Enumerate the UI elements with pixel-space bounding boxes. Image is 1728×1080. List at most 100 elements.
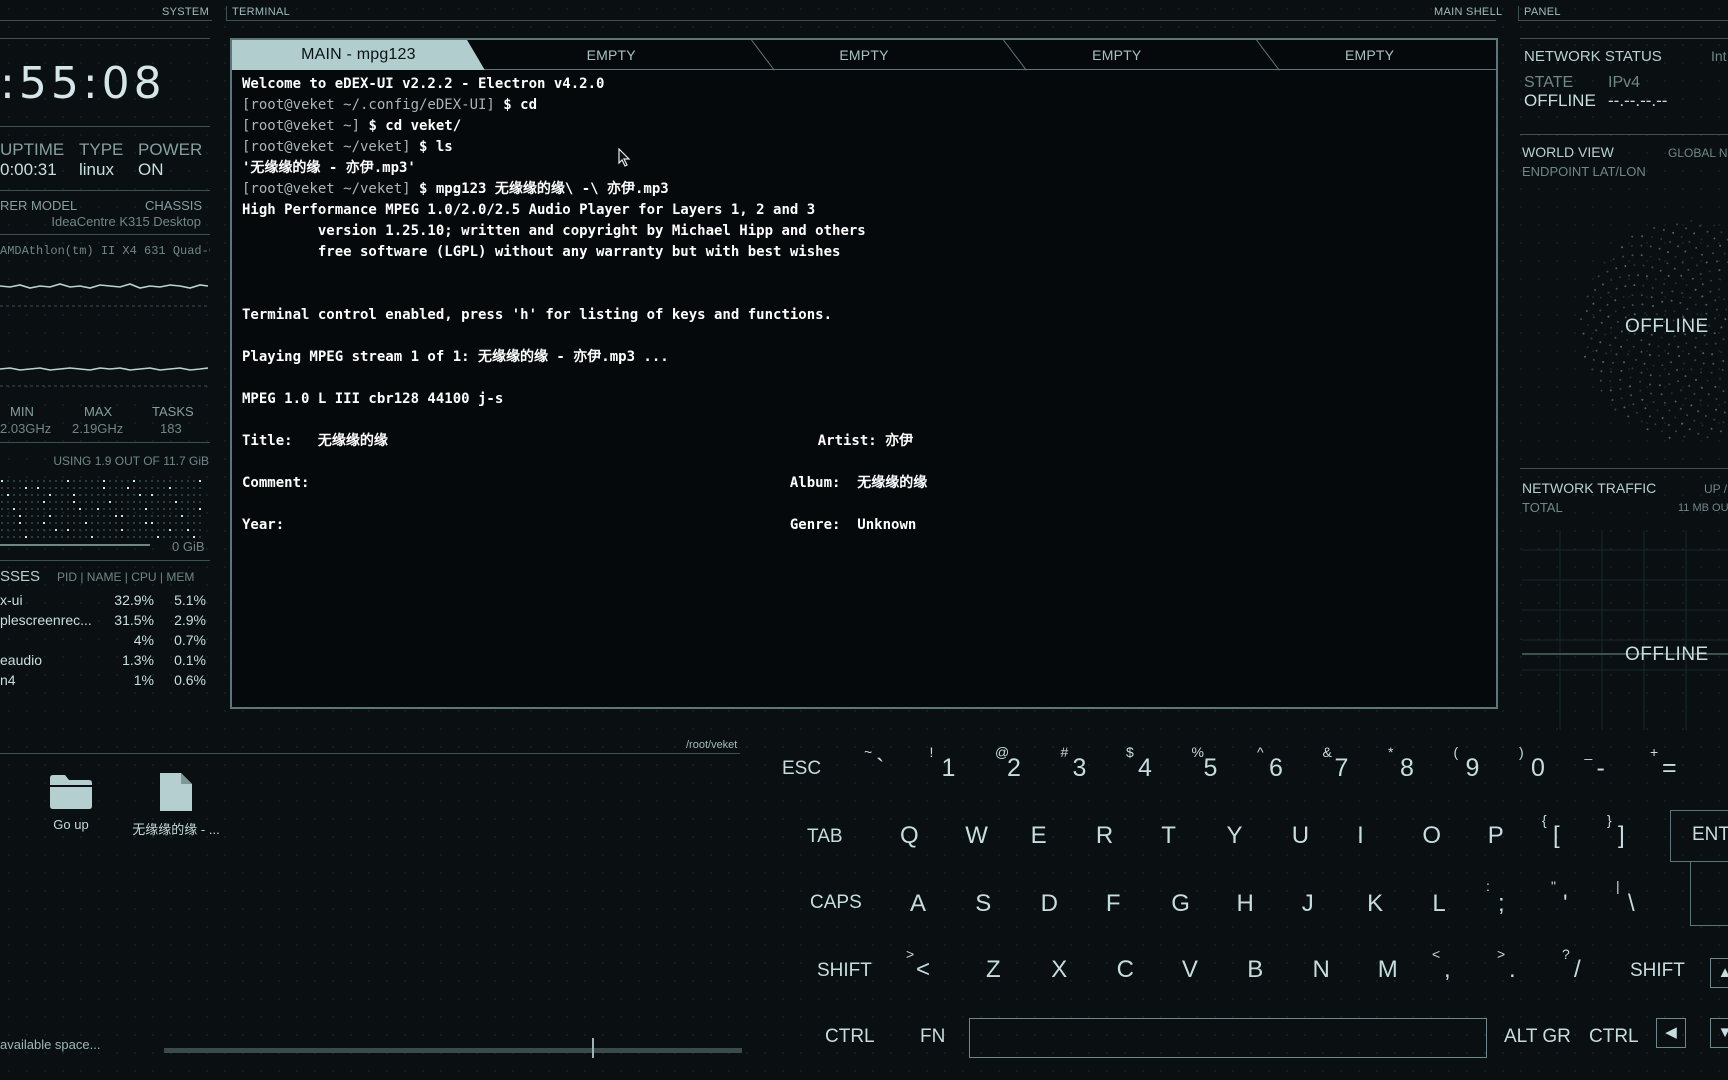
terminal-line: version 1.25.10; written and copyright b… [242,221,1486,242]
tab-empty-1[interactable]: EMPTY [485,39,775,71]
on-screen-keyboard: ESC TAB CAPS SHIFT SHIFT CTRL FN ALT GR CTRL ENT ◀… [760,740,1728,1080]
tab-empty-2[interactable]: EMPTY [738,39,1028,71]
key-letter[interactable]: I [1357,822,1364,850]
key-shift-symbol: : [1486,878,1490,894]
key-shift-right[interactable]: SHIFT [1630,960,1685,982]
key-letter[interactable]: C [1117,956,1134,984]
key-shift-symbol: } [1607,812,1612,828]
key-10[interactable]: 0 [1531,754,1545,783]
key-letter[interactable]: V [1182,956,1198,984]
divider [0,234,210,235]
key-bracket[interactable]: [ [1553,822,1560,850]
tab-label: EMPTY [1092,47,1142,63]
process-row: eaudio 1.3% 0.1% [0,652,206,672]
key-shift-symbol: ( [1453,744,1459,760]
key-8[interactable]: 8 [1400,754,1414,783]
key-ctrl-left[interactable]: CTRL [825,1026,875,1048]
terminal-prompt: [root@veket ~] [242,118,361,134]
key-punct[interactable]: . [1509,956,1516,984]
ram-usage: USING 1.9 OUT OF 11.7 GiB [53,454,209,468]
traffic-total-value: 11 MB OU [1678,502,1728,514]
key-5[interactable]: 5 [1204,754,1218,783]
key-punct[interactable]: ; [1498,890,1505,918]
key-3[interactable]: 3 [1073,754,1087,783]
key-9[interactable]: 9 [1466,754,1480,783]
key-letter[interactable]: N [1313,956,1330,984]
key-letter[interactable]: S [975,890,991,918]
key-4[interactable]: 4 [1138,754,1152,783]
key-altgr[interactable]: ALT GR [1504,1026,1571,1048]
terminal-window[interactable]: MAIN - mpg123 EMPTY EMPTY EMPTY EMPTY We… [230,38,1498,709]
terminal-line: Welcome to eDEX-UI v2.2.2 - Electron v4.… [242,74,1486,95]
tab-empty-4[interactable]: EMPTY [1243,40,1496,70]
key-letter[interactable]: G [1171,890,1190,918]
key-letter[interactable]: J [1302,890,1314,918]
key-6[interactable]: 6 [1269,754,1283,783]
tab-empty-3[interactable]: EMPTY [990,39,1280,71]
key-0[interactable]: ` [876,754,884,783]
key-less-than[interactable]: < [916,956,930,984]
file-item-go-up[interactable]: Go up [40,772,102,832]
cpu-name: AMDAthlon(tm) II X4 631 Quad-C [0,244,210,258]
key-shift-symbol: _ [1584,744,1593,760]
file-item-mp3[interactable]: 无缘缘的缘 - ... [126,770,226,838]
key-letter[interactable]: R [1096,822,1113,850]
key-letter[interactable]: X [1051,956,1067,984]
ipv4-value: --.--.--.-- [1608,91,1668,110]
key-letter[interactable]: A [910,890,926,918]
key-punct[interactable]: / [1574,956,1581,984]
arrow-up-icon[interactable]: ▲ [1710,958,1728,988]
key-letter[interactable]: Q [900,822,919,850]
key-letter[interactable]: T [1161,822,1176,850]
key-ctrl-right[interactable]: CTRL [1589,1026,1639,1048]
uptime-label: UPTIME [0,140,65,159]
key-letter[interactable]: P [1488,822,1504,850]
key-letter[interactable]: U [1292,822,1309,850]
arrow-down-icon[interactable]: ▼ [1710,1018,1728,1048]
enter-key-outline [1670,810,1728,862]
process-mem: 2.9% [174,612,206,628]
key-letter[interactable]: Y [1227,822,1243,850]
key-letter[interactable]: E [1031,822,1047,850]
process-mem: 0.7% [174,632,206,648]
key-shift-left[interactable]: SHIFT [817,960,872,982]
process-name: eaudio [0,652,43,668]
key-shift-symbol: * [1388,744,1394,760]
key-shift-symbol: { [1542,812,1547,828]
key-1[interactable]: 1 [942,754,956,783]
key-punct[interactable]: \ [1628,890,1635,918]
key-bracket[interactable]: ] [1618,822,1625,850]
key-12[interactable]: = [1662,754,1677,783]
tab-label: EMPTY [839,47,889,63]
type-label: TYPE [79,140,124,159]
network-panel: NETWORK STATUS Int STATE IPv4 OFFLINE --… [1518,30,1728,730]
world-view-title: WORLD VIEW [1522,144,1614,160]
key-letter[interactable]: L [1432,890,1445,918]
key-letter[interactable]: H [1237,890,1254,918]
terminal-line: MPEG 1.0 L III cbr128 44100 j-s [242,389,1486,410]
key-esc[interactable]: ESC [782,758,821,780]
process-row: plescreenrec... 31.5% 2.9% [0,612,206,632]
key-11[interactable]: - [1597,754,1605,783]
key-letter[interactable]: Z [986,956,1001,984]
key-punct[interactable]: ' [1563,890,1568,918]
cpu-max-label: MAX [84,404,113,419]
spacebar[interactable] [969,1018,1487,1058]
key-tab[interactable]: TAB [807,826,843,848]
key-punct[interactable]: , [1444,956,1451,984]
key-letter[interactable]: D [1041,890,1058,918]
key-letter[interactable]: B [1247,956,1263,984]
tab-main[interactable]: MAIN - mpg123 [232,40,485,70]
key-2[interactable]: 2 [1007,754,1021,783]
key-letter[interactable]: O [1422,822,1441,850]
key-letter[interactable]: W [965,822,988,850]
arrow-left-icon[interactable]: ◀ [1656,1018,1686,1048]
key-7[interactable]: 7 [1335,754,1349,783]
key-caps[interactable]: CAPS [810,892,862,914]
key-fn[interactable]: FN [920,1026,945,1048]
key-letter[interactable]: M [1378,956,1398,984]
key-letter[interactable]: K [1367,890,1383,918]
key-letter[interactable]: F [1106,890,1121,918]
divider [1520,38,1728,39]
